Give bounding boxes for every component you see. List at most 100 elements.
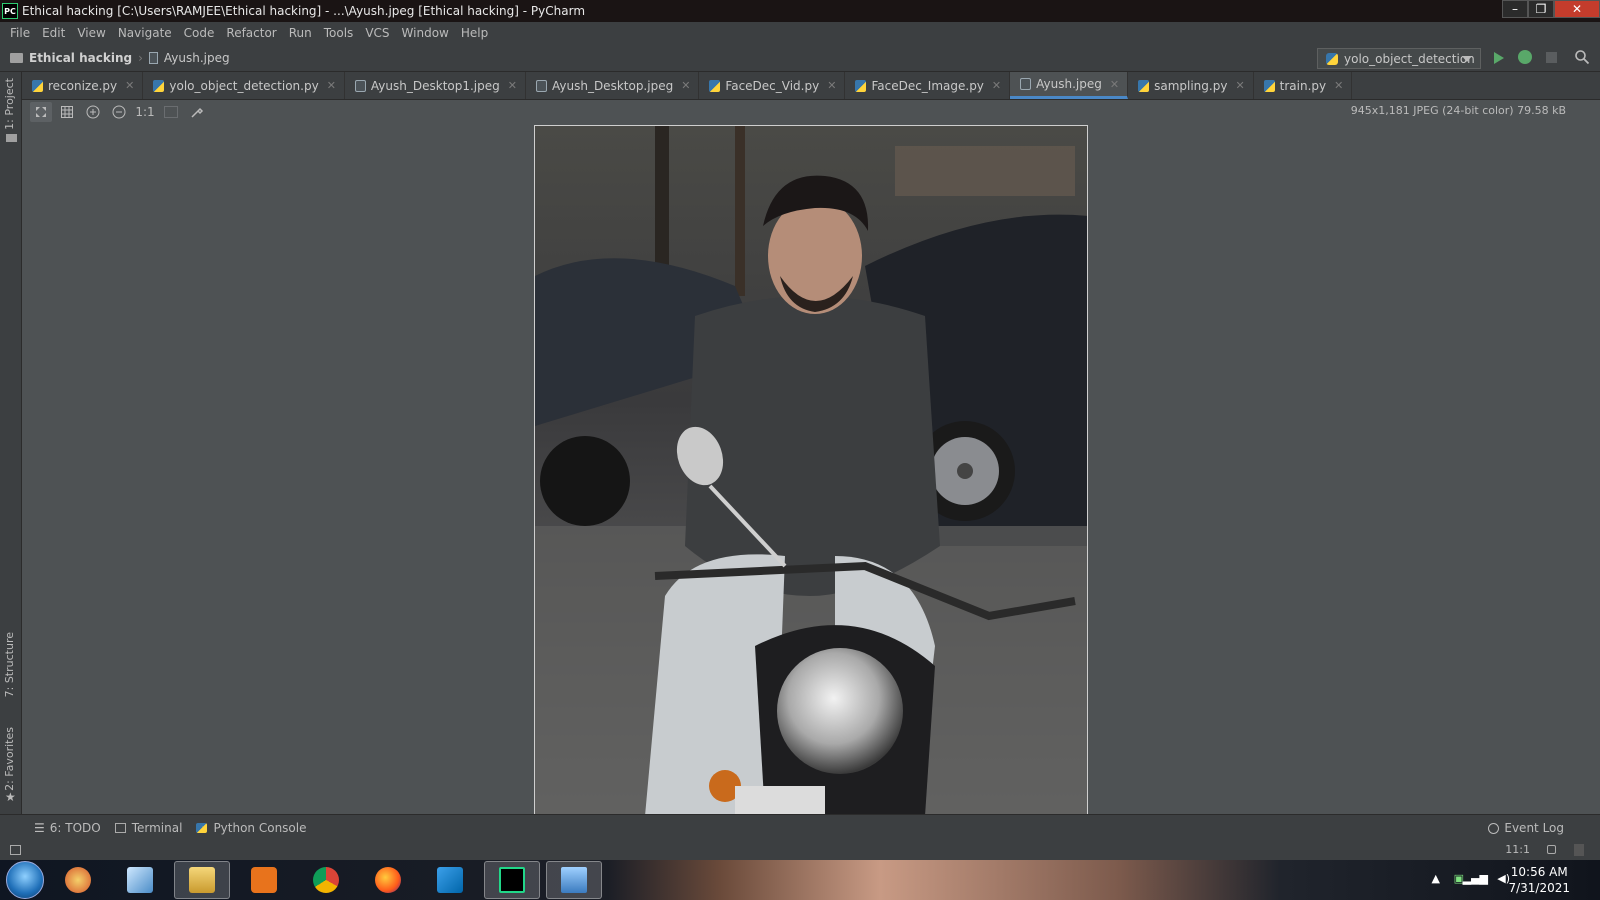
fit-zoom-icon[interactable] <box>30 102 52 122</box>
search-icon[interactable] <box>1574 49 1590 65</box>
minimize-button[interactable]: – <box>1502 0 1528 18</box>
menu-navigate[interactable]: Navigate <box>112 26 178 40</box>
tab-label: reconize.py <box>48 78 118 93</box>
folder-icon <box>189 867 215 893</box>
close-icon[interactable]: ✕ <box>125 79 134 92</box>
todo-tool-button[interactable]: ☰ 6: TODO <box>34 821 101 835</box>
zoom-out-icon[interactable] <box>108 102 130 122</box>
tab-label: sampling.py <box>1154 78 1228 93</box>
clock-time: 10:56 AM <box>1510 865 1568 879</box>
background-toggle-icon[interactable] <box>160 102 182 122</box>
close-icon[interactable]: ✕ <box>1110 78 1119 91</box>
menu-run[interactable]: Run <box>283 26 318 40</box>
tab-ayush-desktop[interactable]: Ayush_Desktop.jpeg ✕ <box>526 72 700 99</box>
tool-windows-toggle-icon[interactable] <box>10 845 21 855</box>
close-icon[interactable]: ✕ <box>1334 79 1343 92</box>
zoom-in-icon[interactable] <box>82 102 104 122</box>
show-hidden-icons-icon[interactable]: ▲ <box>1432 872 1440 885</box>
taskbar-photos[interactable] <box>546 861 602 899</box>
menu-window[interactable]: Window <box>396 26 455 40</box>
favorites-tool-button[interactable]: 2: Favorites <box>3 727 16 791</box>
tab-train[interactable]: train.py ✕ <box>1254 72 1353 99</box>
window-title: Ethical hacking [C:\Users\RAMJEE\Ethical… <box>22 4 586 18</box>
run-configuration-dropdown[interactable]: yolo_object_detection <box>1317 48 1481 69</box>
pycharm-app-icon: PC <box>2 3 18 19</box>
tab-label: Ayush.jpeg <box>1036 77 1102 91</box>
menu-refactor[interactable]: Refactor <box>220 26 282 40</box>
close-window-button[interactable]: ✕ <box>1554 0 1600 18</box>
tab-label: yolo_object_detection.py <box>169 78 319 93</box>
taskbar-file-explorer[interactable] <box>174 861 230 899</box>
close-icon[interactable]: ✕ <box>1235 79 1244 92</box>
python-console-tool-button[interactable]: Python Console <box>196 821 306 835</box>
color-picker-icon[interactable] <box>186 102 208 122</box>
taskbar-pycharm[interactable] <box>484 861 540 899</box>
folder-icon <box>6 134 17 142</box>
close-icon[interactable]: ✕ <box>827 79 836 92</box>
stop-icon[interactable] <box>1546 52 1557 63</box>
caret-position[interactable]: 11:1 <box>1505 843 1530 856</box>
menu-code[interactable]: Code <box>178 26 221 40</box>
menu-vcs[interactable]: VCS <box>359 26 395 40</box>
network-icon[interactable]: ▂▄▆ <box>1463 872 1488 885</box>
grid-icon[interactable] <box>56 102 78 122</box>
tab-ayush-jpeg[interactable]: Ayush.jpeg ✕ <box>1010 72 1129 99</box>
python-file-icon <box>32 79 43 92</box>
navigation-bar: Ethical hacking › Ayush.jpeg yolo_object… <box>0 44 1600 72</box>
structure-tool-button[interactable]: 7: Structure <box>3 632 16 697</box>
photos-icon <box>561 867 587 893</box>
tab-label: FaceDec_Image.py <box>871 78 984 93</box>
tab-sampling[interactable]: sampling.py ✕ <box>1128 72 1254 99</box>
event-log-button[interactable]: Event Log <box>1488 821 1564 835</box>
run-configuration-label: yolo_object_detection <box>1344 51 1475 66</box>
breadcrumb: Ethical hacking › Ayush.jpeg <box>10 51 230 65</box>
taskbar-media-player[interactable] <box>236 861 292 899</box>
taskbar-notes[interactable] <box>112 861 168 899</box>
clock-date: 7/31/2021 <box>1508 881 1570 895</box>
run-icon[interactable] <box>1494 52 1504 64</box>
window-controls: – ❐ ✕ <box>1502 0 1600 18</box>
breadcrumb-project[interactable]: Ethical hacking <box>29 51 132 65</box>
tab-facedec-vid[interactable]: FaceDec_Vid.py ✕ <box>699 72 846 99</box>
lock-icon[interactable] <box>1547 845 1556 854</box>
tab-ayush-desktop1[interactable]: Ayush_Desktop1.jpeg ✕ <box>345 72 526 99</box>
actual-size-button[interactable]: 1:1 <box>134 102 156 122</box>
pycharm-icon <box>499 867 525 893</box>
taskbar-paint[interactable] <box>50 861 106 899</box>
windows-taskbar: ▲ ▣ ▂▄▆ ◀) 10:56 AM 7/31/2021 <box>0 860 1600 900</box>
chrome-icon <box>313 867 339 893</box>
todo-label: 6: TODO <box>49 820 101 835</box>
terminal-label: Terminal <box>131 820 183 835</box>
system-clock[interactable]: 10:56 AM 7/31/2021 <box>1508 864 1570 896</box>
menu-file[interactable]: File <box>4 26 36 40</box>
memory-indicator-icon[interactable] <box>1574 844 1584 856</box>
close-icon[interactable]: ✕ <box>681 79 690 92</box>
python-console-label: Python Console <box>213 820 307 835</box>
taskbar-chrome[interactable] <box>298 861 354 899</box>
close-icon[interactable]: ✕ <box>508 79 517 92</box>
window-title-bar: PC Ethical hacking [C:\Users\RAMJEE\Ethi… <box>0 0 1600 22</box>
menu-view[interactable]: View <box>71 26 111 40</box>
close-icon[interactable]: ✕ <box>992 79 1001 92</box>
menu-tools[interactable]: Tools <box>318 26 360 40</box>
star-icon: ★ <box>5 790 16 804</box>
notepad-icon <box>127 867 153 893</box>
terminal-tool-button[interactable]: Terminal <box>114 820 183 835</box>
tab-facedec-image[interactable]: FaceDec_Image.py ✕ <box>845 72 1011 99</box>
menu-help[interactable]: Help <box>455 26 494 40</box>
taskbar-firefox[interactable] <box>360 861 416 899</box>
project-tool-button[interactable]: 1: Project <box>3 78 16 130</box>
image-file-icon <box>354 79 366 92</box>
tab-yolo-object-detection[interactable]: yolo_object_detection.py ✕ <box>143 72 345 99</box>
tab-reconize[interactable]: reconize.py ✕ <box>22 72 144 99</box>
restore-button[interactable]: ❐ <box>1528 0 1554 18</box>
debug-icon[interactable] <box>1518 50 1532 64</box>
list-icon: ☰ <box>34 820 45 835</box>
terminal-icon <box>114 822 126 833</box>
taskbar-vscode[interactable] <box>422 861 478 899</box>
menu-edit[interactable]: Edit <box>36 26 71 40</box>
breadcrumb-file[interactable]: Ayush.jpeg <box>164 51 230 65</box>
start-button[interactable] <box>6 861 44 899</box>
close-icon[interactable]: ✕ <box>327 79 336 92</box>
image-info-label: 945x1,181 JPEG (24-bit color) 79.58 kB <box>1350 104 1566 117</box>
